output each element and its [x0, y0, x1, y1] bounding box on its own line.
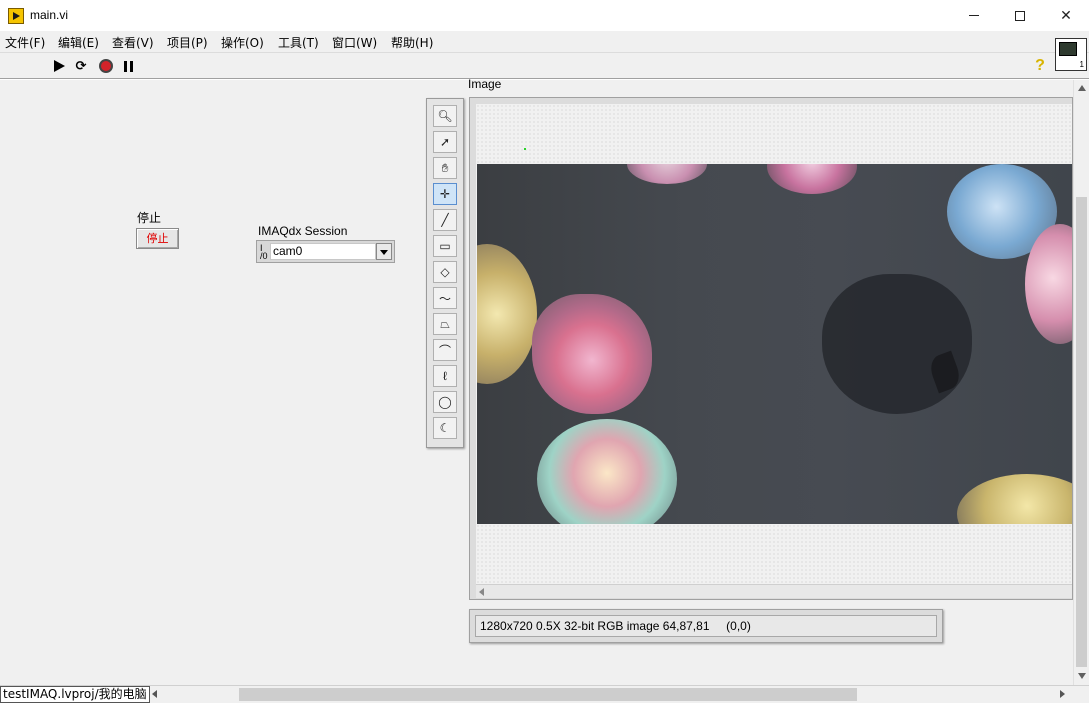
point-tool[interactable]: ✛ — [433, 183, 457, 205]
maximize-button[interactable] — [997, 0, 1043, 31]
minimize-button[interactable] — [951, 0, 997, 31]
close-icon: ✕ — [1060, 7, 1072, 23]
scroll-right-icon[interactable] — [1060, 690, 1065, 698]
line-tool[interactable]: ╱ — [433, 209, 457, 231]
menu-bar: 文件(F) 编辑(E) 查看(V) 项目(P) 操作(O) 工具(T) 窗口(W… — [0, 31, 1089, 53]
rectangle-tool[interactable]: ▭ — [433, 235, 457, 257]
menu-window[interactable]: 窗口(W) — [332, 34, 377, 51]
menu-operate[interactable]: 操作(O) — [221, 34, 264, 51]
rotated-rectangle-icon: ◇ — [440, 265, 450, 279]
vertical-scroll-thumb[interactable] — [1076, 197, 1087, 667]
toolbar: ⟳ ? — [0, 53, 1089, 79]
oval-icon: ◯ — [438, 395, 452, 409]
zoom-tool[interactable]: 🔍︎ — [433, 105, 457, 127]
labview-vi-icon — [8, 8, 24, 24]
vi-connector-icon[interactable]: 1 — [1055, 38, 1087, 71]
heart-candy — [532, 294, 652, 414]
heart-candy — [767, 164, 857, 194]
scroll-down-icon[interactable] — [1078, 673, 1086, 679]
pause-button[interactable] — [120, 58, 136, 74]
io-name-icon: I/0 — [260, 243, 268, 261]
scroll-up-icon[interactable] — [1078, 85, 1086, 91]
pan-tool[interactable]: ✋︎ — [433, 157, 457, 179]
front-panel: 停止 停止 IMAQdx Session I/0 cam0 🔍︎ ➚ ✋︎ ✛ … — [0, 80, 1073, 685]
imaqdx-session-control[interactable]: I/0 cam0 — [256, 240, 395, 263]
abort-icon — [99, 59, 113, 73]
roi-point-marker — [524, 148, 526, 150]
image-info-panel: 1280x720 0.5X 32-bit RGB image 64,87,81 … — [469, 609, 943, 643]
stop-button[interactable]: 停止 — [136, 228, 179, 249]
title-bar: main.vi ✕ — [0, 0, 1089, 31]
image-tool-palette: 🔍︎ ➚ ✋︎ ✛ ╱ ▭ ◇ 〜 ⏢ ⌒ ℓ ◯ ☾ — [426, 98, 464, 448]
freehand-region-tool[interactable]: ℓ — [433, 365, 457, 387]
broken-line-tool[interactable]: 〜 — [433, 287, 457, 309]
crosshair-point-icon: ✛ — [439, 187, 451, 201]
imaqdx-session-value[interactable]: cam0 — [270, 243, 376, 260]
freehand-region-icon: ℓ — [443, 369, 447, 383]
image-display[interactable] — [469, 97, 1073, 600]
camera-image — [477, 164, 1072, 524]
imaqdx-session-label: IMAQdx Session — [258, 224, 348, 238]
heart-candy — [627, 164, 707, 184]
image-label: Image — [468, 77, 502, 91]
heart-candy — [537, 419, 677, 524]
apple-logo-shape — [822, 274, 972, 414]
project-path[interactable]: testIMAQ.lvproj/我的电脑 — [0, 686, 150, 703]
menu-file[interactable]: 文件(F) — [5, 34, 45, 51]
vi-screen-glyph — [1059, 42, 1077, 56]
run-icon — [53, 60, 65, 72]
select-arrow-icon: ➚ — [439, 135, 451, 149]
oval-tool[interactable]: ◯ — [433, 391, 457, 413]
minimize-icon — [969, 15, 979, 16]
line-icon: ╱ — [441, 213, 449, 227]
menu-help[interactable]: 帮助(H) — [391, 34, 433, 51]
panel-vertical-scrollbar[interactable] — [1073, 80, 1089, 685]
run-continuously-icon: ⟳ — [75, 58, 87, 73]
heart-candy — [957, 474, 1072, 524]
annulus-tool[interactable]: ☾ — [433, 417, 457, 439]
heart-candy — [477, 244, 537, 384]
rectangle-icon: ▭ — [439, 239, 451, 253]
zoom-icon: 🔍︎ — [437, 109, 453, 123]
image-canvas[interactable] — [476, 104, 1072, 584]
horizontal-scroll-thumb[interactable] — [239, 688, 857, 701]
polygon-tool[interactable]: ⏢ — [433, 313, 457, 335]
close-button[interactable]: ✕ — [1043, 0, 1089, 31]
menu-tools[interactable]: 工具(T) — [278, 34, 319, 51]
rotated-rectangle-tool[interactable]: ◇ — [433, 261, 457, 283]
abort-button[interactable] — [98, 58, 114, 74]
context-help-button[interactable]: ? — [1032, 57, 1048, 75]
pan-hand-icon: ✋︎ — [441, 160, 449, 175]
pause-icon — [123, 60, 133, 72]
image-horizontal-scrollbar[interactable] — [476, 584, 1072, 598]
session-dropdown-button[interactable] — [376, 243, 392, 260]
freehand-line-icon: 〜 — [438, 291, 451, 306]
menu-view[interactable]: 查看(V) — [112, 34, 154, 51]
freehand-line-tool[interactable]: ⌒ — [433, 339, 457, 361]
status-bar: testIMAQ.lvproj/我的电脑 — [0, 685, 1089, 703]
freehand-icon: ⌒ — [438, 343, 451, 358]
run-continuously-button[interactable]: ⟳ — [73, 58, 89, 74]
run-button[interactable] — [51, 58, 67, 74]
menu-project[interactable]: 项目(P) — [167, 34, 208, 51]
menu-edit[interactable]: 编辑(E) — [58, 34, 99, 51]
maximize-icon — [1015, 10, 1025, 21]
window-title: main.vi — [30, 8, 69, 22]
image-info-text: 1280x720 0.5X 32-bit RGB image 64,87,81 … — [475, 615, 937, 637]
scroll-left-icon[interactable] — [152, 690, 157, 698]
select-tool[interactable]: ➚ — [433, 131, 457, 153]
scroll-left-icon[interactable] — [479, 588, 484, 596]
vi-pane-number: 1 — [1079, 60, 1084, 69]
stop-label: 停止 — [137, 211, 162, 225]
polygon-icon: ⏢ — [440, 316, 450, 331]
annulus-icon: ☾ — [439, 421, 451, 435]
